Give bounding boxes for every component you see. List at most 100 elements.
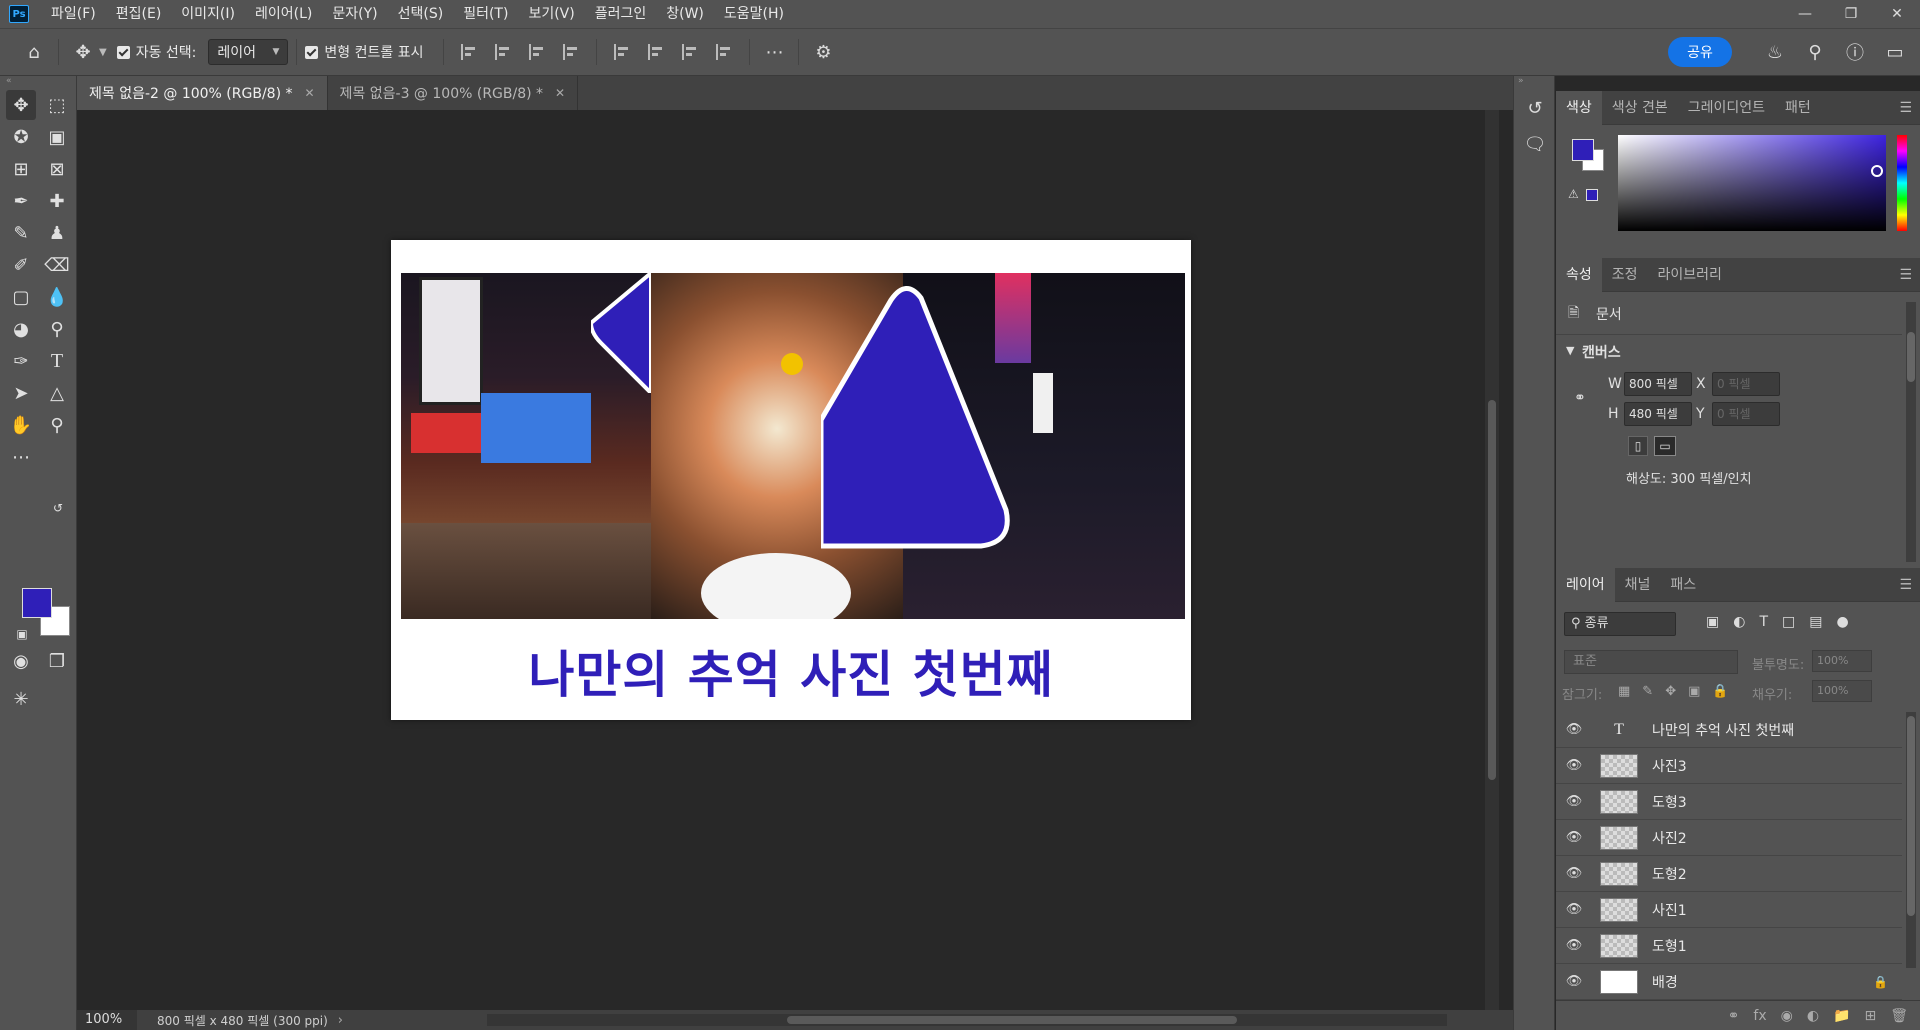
vertical-scrollbar[interactable] bbox=[1485, 110, 1499, 1010]
eyedropper-tool-icon[interactable]: ✒ bbox=[6, 186, 36, 216]
marquee-tool-icon[interactable]: ⬚ bbox=[42, 90, 72, 120]
layer-filter-dropdown[interactable]: ⚲ 종류 bbox=[1564, 612, 1676, 636]
blur-tool-icon[interactable]: 💧 bbox=[42, 282, 72, 312]
generative-icon[interactable]: ✳ bbox=[6, 684, 36, 714]
auto-select-dropdown[interactable]: 레이어 ▼ bbox=[208, 39, 289, 65]
share-button[interactable]: 공유 bbox=[1668, 37, 1732, 67]
scrollbar-thumb[interactable] bbox=[1907, 716, 1915, 916]
history-icon[interactable]: ↺ bbox=[1514, 90, 1556, 126]
canvas-workspace[interactable]: 나만의 추억 사진 첫번째 bbox=[77, 110, 1499, 1010]
eye-icon[interactable]: 👁 bbox=[1556, 722, 1592, 737]
panel-menu-icon[interactable]: ☰ bbox=[1899, 267, 1912, 283]
layer-row-shape1[interactable]: 👁 도형1 bbox=[1556, 928, 1902, 964]
tab-libraries[interactable]: 라이브러리 bbox=[1648, 258, 1732, 292]
blend-mode-dropdown[interactable]: 표준 bbox=[1564, 650, 1738, 674]
layer-row-shape3[interactable]: 👁 도형3 bbox=[1556, 784, 1902, 820]
swap-colors-icon[interactable]: ↺ bbox=[48, 498, 68, 518]
align-right-icon[interactable] bbox=[529, 44, 545, 60]
lock-artboard-icon[interactable]: ▣ bbox=[1688, 684, 1700, 699]
collapse-icon[interactable]: « bbox=[0, 76, 76, 88]
width-input[interactable]: 800 픽셀 bbox=[1624, 372, 1692, 396]
panel-menu-icon[interactable]: ☰ bbox=[1899, 577, 1912, 593]
zoom-lens-tool-icon[interactable]: ⚲ bbox=[42, 314, 72, 344]
close-icon[interactable]: ✕ bbox=[1874, 0, 1920, 28]
dodge-tool-icon[interactable]: ◕ bbox=[6, 314, 36, 344]
layer-row-background[interactable]: 👁 배경 🔒 bbox=[1556, 964, 1902, 1000]
foreground-color-swatch[interactable] bbox=[1572, 139, 1594, 161]
distribute-icon[interactable] bbox=[563, 44, 579, 60]
link-icon[interactable]: ⚭ bbox=[1574, 390, 1586, 406]
layer-mask-icon[interactable]: ◉ bbox=[1781, 1008, 1793, 1024]
auto-select-checkbox[interactable] bbox=[116, 45, 130, 59]
menu-window[interactable]: 창(W) bbox=[656, 0, 714, 28]
horizontal-scrollbar[interactable] bbox=[487, 1014, 1447, 1026]
panel-menu-icon[interactable]: ☰ bbox=[1899, 100, 1912, 116]
move-tool-icon[interactable]: ✥ bbox=[67, 36, 99, 68]
new-layer-icon[interactable]: ⊞ bbox=[1864, 1008, 1876, 1024]
adjustment-filter-icon[interactable]: ◐ bbox=[1733, 614, 1745, 630]
help-icon[interactable]: ⓘ bbox=[1838, 37, 1872, 67]
menu-help[interactable]: 도움말(H) bbox=[714, 0, 794, 28]
zoom-level[interactable]: 100% bbox=[77, 1010, 137, 1030]
eraser-tool-icon[interactable]: ⌫ bbox=[42, 250, 72, 280]
lock-position-icon[interactable]: ✥ bbox=[1665, 684, 1676, 699]
picker-cursor[interactable] bbox=[1871, 165, 1883, 177]
home-icon[interactable]: ⌂ bbox=[18, 36, 50, 68]
chevron-down-icon[interactable]: ▼ bbox=[1566, 344, 1574, 357]
lock-brush-icon[interactable]: ✎ bbox=[1642, 684, 1653, 699]
folder-icon[interactable]: 📁 bbox=[1833, 1008, 1850, 1024]
eye-icon[interactable]: 👁 bbox=[1556, 938, 1592, 953]
close-icon[interactable]: ✕ bbox=[555, 86, 565, 100]
layer-row-text[interactable]: 👁 T 나만의 추억 사진 첫번째 bbox=[1556, 712, 1902, 748]
gear-icon[interactable]: ⚙ bbox=[807, 36, 839, 68]
eye-icon[interactable]: 👁 bbox=[1556, 794, 1592, 809]
chevron-down-icon[interactable]: ▼ bbox=[99, 47, 107, 58]
hand-tool-icon[interactable]: ✋ bbox=[6, 410, 36, 440]
document-info[interactable]: 800 픽셀 x 480 픽셀 (300 ppi) bbox=[137, 1012, 328, 1029]
adjustment-layer-icon[interactable]: ◐ bbox=[1807, 1008, 1819, 1024]
bell-icon[interactable]: ♨ bbox=[1758, 37, 1792, 67]
scrollbar-thumb[interactable] bbox=[1488, 400, 1496, 780]
eye-icon[interactable]: 👁 bbox=[1556, 974, 1592, 989]
menu-file[interactable]: 파일(F) bbox=[41, 0, 106, 28]
align-center-icon[interactable] bbox=[495, 44, 511, 60]
screen-mode-icon[interactable]: ❐ bbox=[42, 646, 72, 676]
eye-icon[interactable]: 👁 bbox=[1556, 866, 1592, 881]
more-tools-icon[interactable]: ⋯ bbox=[6, 442, 36, 472]
stamp-tool-icon[interactable]: ♟ bbox=[42, 218, 72, 248]
tab-layers[interactable]: 레이어 bbox=[1556, 567, 1615, 602]
pen-tool-icon[interactable]: ✑ bbox=[6, 346, 36, 376]
workspace-icon[interactable]: ▭ bbox=[1878, 37, 1912, 67]
frame-tool-icon[interactable]: ⊠ bbox=[42, 154, 72, 184]
menu-edit[interactable]: 편집(E) bbox=[106, 0, 172, 28]
tab-patterns[interactable]: 패턴 bbox=[1775, 91, 1821, 125]
align-left-icon[interactable] bbox=[461, 44, 477, 60]
menu-view[interactable]: 보기(V) bbox=[518, 0, 584, 28]
landscape-orientation-icon[interactable]: ▭ bbox=[1654, 436, 1676, 456]
gradient-tool-icon[interactable]: ▢ bbox=[6, 282, 36, 312]
tab-swatches[interactable]: 색상 견본 bbox=[1602, 91, 1678, 125]
scrollbar-thumb[interactable] bbox=[1907, 332, 1915, 382]
history-brush-tool-icon[interactable]: ✐ bbox=[6, 250, 36, 280]
menu-image[interactable]: 이미지(I) bbox=[171, 0, 245, 28]
gamut-swatch[interactable] bbox=[1586, 189, 1598, 201]
foreground-color-swatch[interactable] bbox=[22, 588, 52, 618]
align-bottom-icon[interactable] bbox=[682, 44, 698, 60]
object-select-tool-icon[interactable]: ▣ bbox=[42, 122, 72, 152]
menu-select[interactable]: 선택(S) bbox=[388, 0, 454, 28]
comment-icon[interactable]: 🗨 bbox=[1514, 126, 1556, 162]
tab-adjustments[interactable]: 조정 bbox=[1602, 258, 1648, 292]
layer-row-photo3[interactable]: 👁 사진3 bbox=[1556, 748, 1902, 784]
shape-filter-icon[interactable]: □ bbox=[1782, 614, 1795, 630]
lock-all-icon[interactable]: 🔒 bbox=[1712, 684, 1728, 699]
properties-scrollbar[interactable] bbox=[1906, 302, 1916, 562]
crop-tool-icon[interactable]: ⊞ bbox=[6, 154, 36, 184]
menu-type[interactable]: 문자(Y) bbox=[322, 0, 387, 28]
healing-brush-tool-icon[interactable]: ✚ bbox=[42, 186, 72, 216]
quick-mask-icon[interactable]: ◉ bbox=[6, 646, 36, 676]
portrait-orientation-icon[interactable]: ▯ bbox=[1628, 436, 1648, 456]
layer-row-shape2[interactable]: 👁 도형2 bbox=[1556, 856, 1902, 892]
shape-tool-icon[interactable]: △ bbox=[42, 378, 72, 408]
type-filter-icon[interactable]: T bbox=[1759, 614, 1768, 630]
document-canvas[interactable]: 나만의 추억 사진 첫번째 bbox=[391, 240, 1191, 720]
